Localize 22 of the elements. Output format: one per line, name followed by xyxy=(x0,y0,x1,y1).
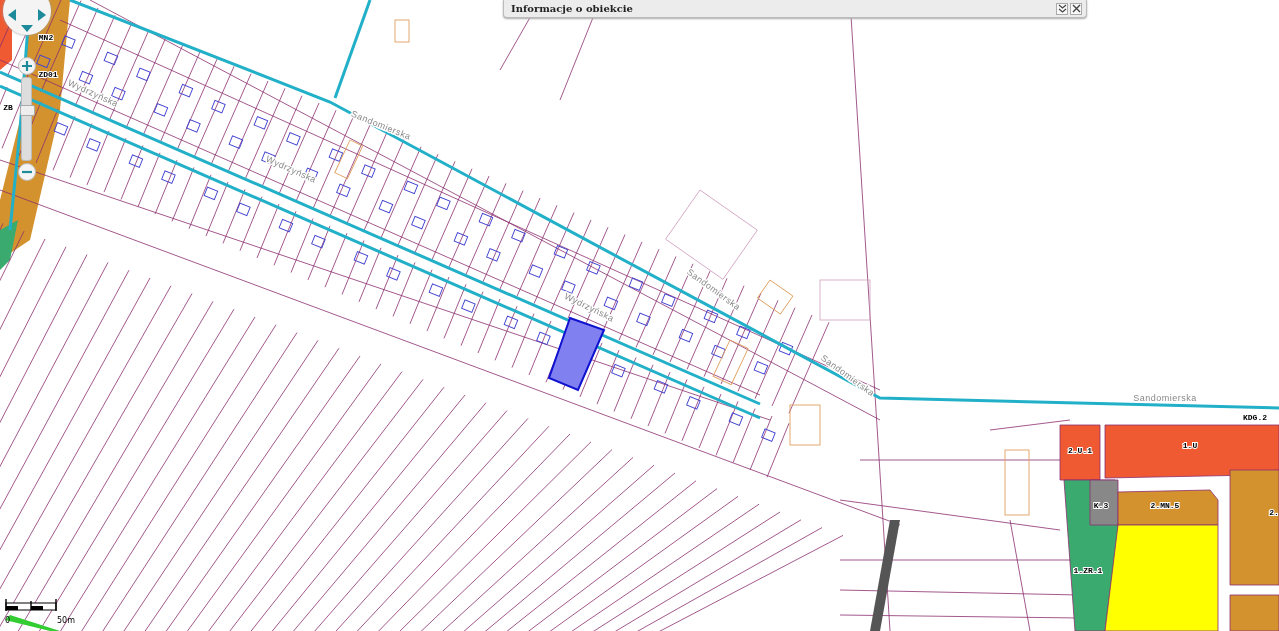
close-icon xyxy=(1071,4,1081,13)
zone-label: 2. xyxy=(1269,508,1279,517)
collapse-button[interactable] xyxy=(1056,2,1068,15)
panel-title: Informacje o obiekcie xyxy=(511,3,633,14)
zone-label: K.3 xyxy=(1093,501,1109,510)
slider-handle[interactable] xyxy=(20,104,35,116)
zone-label: KDG.2 xyxy=(1243,413,1267,422)
zone-label: 2.MN.5 xyxy=(1150,501,1180,510)
chevron-icon xyxy=(1057,4,1067,13)
close-button[interactable] xyxy=(1070,2,1082,15)
zone-label: 1.U xyxy=(1182,441,1198,450)
plus-icon xyxy=(21,60,33,72)
scale-end-label: 50m xyxy=(57,616,75,625)
zone-label: 2.U.1 xyxy=(1068,446,1092,455)
zone-label: MN2 xyxy=(38,33,54,42)
zoom-slider[interactable] xyxy=(21,77,32,161)
scale-start-label: 0 xyxy=(5,616,11,625)
zone-label: 1.ZR.1 xyxy=(1073,566,1103,575)
zone-label: ZB xyxy=(3,103,13,112)
street-label: Sandomierska xyxy=(1133,393,1197,403)
zone-label: ZD01 xyxy=(38,70,58,79)
scale-bar-icon xyxy=(5,598,57,612)
